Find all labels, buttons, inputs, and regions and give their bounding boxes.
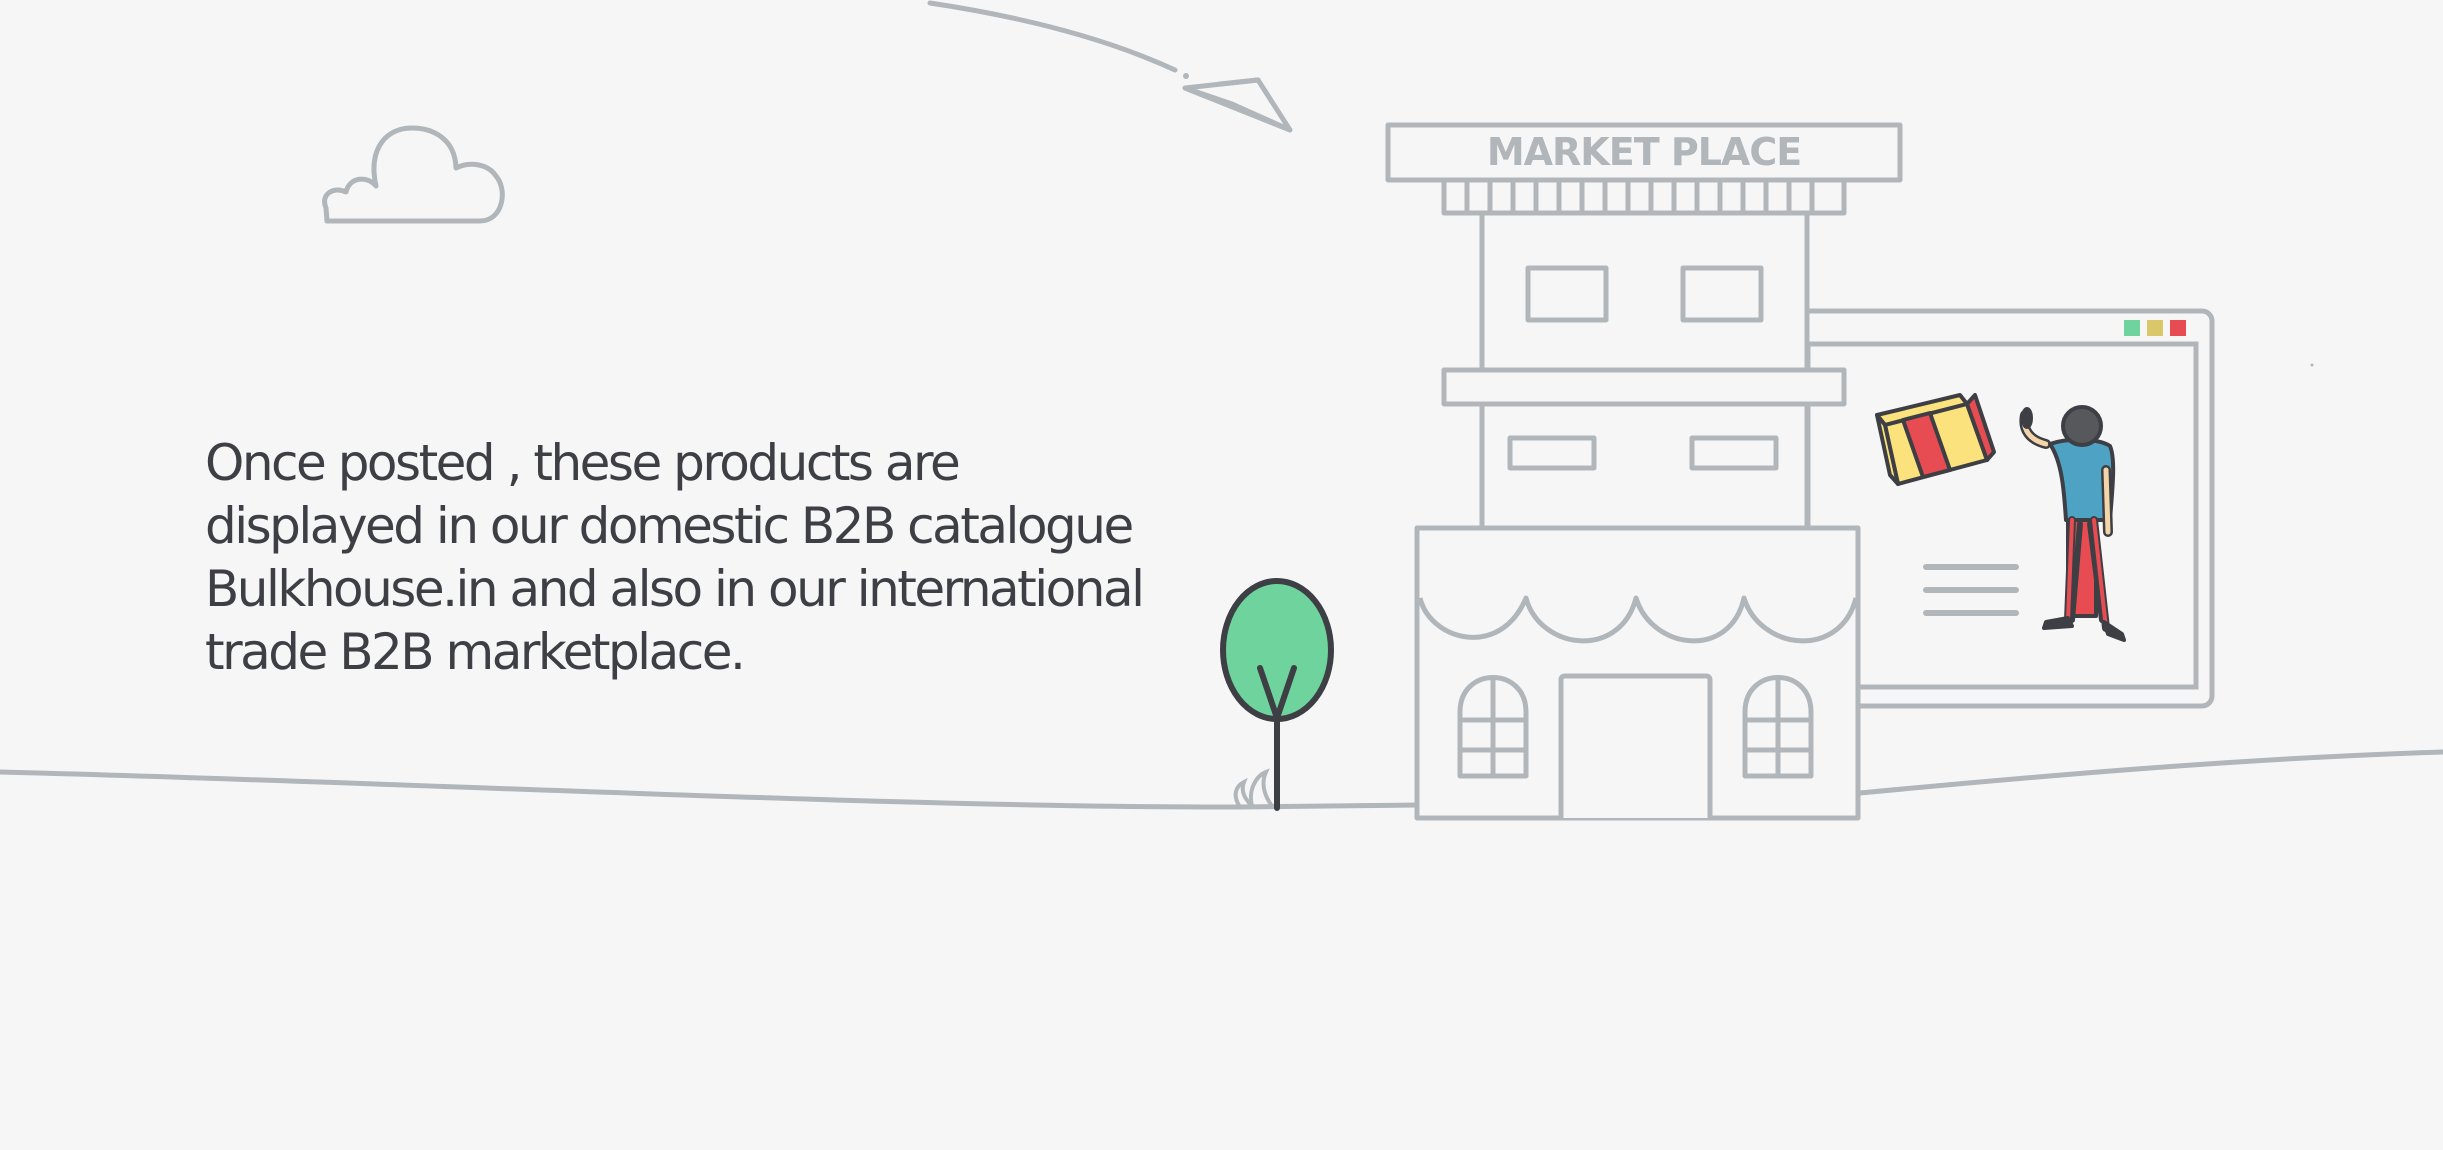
window-mid-left xyxy=(1507,435,1597,471)
slide-stage: MARKET PLACE Once posted , these product… xyxy=(0,0,2443,1150)
arched-window-right xyxy=(1742,675,1814,779)
grass-icon xyxy=(1233,768,1274,809)
window-top-left xyxy=(1525,265,1609,323)
shop-door xyxy=(1558,673,1713,818)
browser-window-icon xyxy=(1797,308,2215,709)
caption-line-2: displayed in our domestic B2B catalogue xyxy=(205,497,1134,555)
person-head xyxy=(2061,405,2103,447)
window-top-right xyxy=(1680,265,1764,323)
caption-text: Once posted , these products are display… xyxy=(205,432,1145,684)
ground-line xyxy=(0,749,2443,810)
plane-body xyxy=(1182,77,1293,133)
caption-line-4: trade B2B marketplace. xyxy=(205,623,746,681)
plane-trail xyxy=(927,0,1178,73)
cloud-icon xyxy=(322,125,505,224)
arched-window-left xyxy=(1457,675,1529,779)
paper-plane-icon xyxy=(927,0,1293,133)
decor-dot xyxy=(2310,363,2314,367)
sign-text: MARKET PLACE xyxy=(1487,130,1801,174)
caption-line-1: Once posted , these products are xyxy=(205,434,961,492)
caption-line-3: Bulkhouse.in and also in our internation… xyxy=(205,560,1145,618)
railing xyxy=(1441,177,1847,216)
tree-crown xyxy=(1220,578,1334,722)
window-dot-green xyxy=(2124,320,2140,336)
plane-trail-dot xyxy=(1183,73,1189,79)
window-dot-yellow xyxy=(2147,320,2163,336)
ledge xyxy=(1441,367,1847,407)
browser-content xyxy=(1805,341,2199,690)
window-mid-right xyxy=(1689,435,1779,471)
window-dot-red xyxy=(2170,320,2186,336)
tree-icon xyxy=(1220,578,1334,811)
